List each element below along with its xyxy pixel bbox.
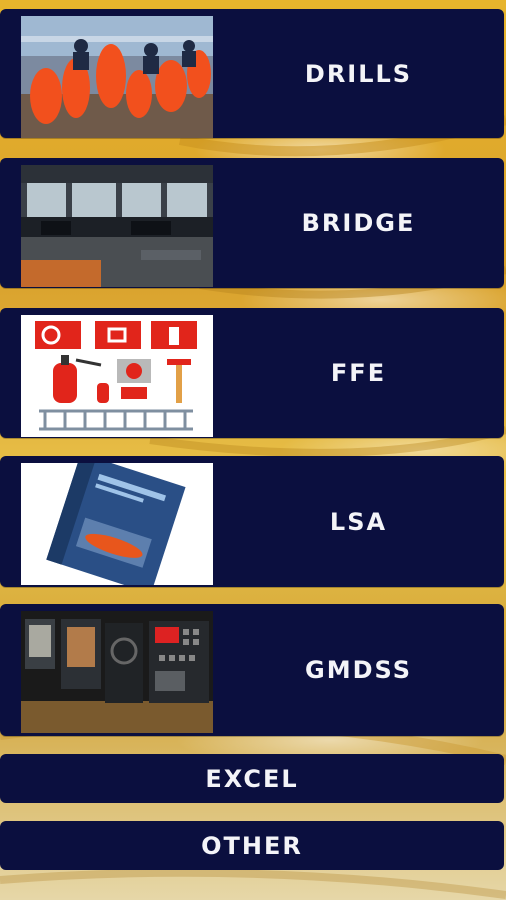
menu-item-gmdss[interactable]: GMDSS xyxy=(0,604,504,736)
drills-thumbnail xyxy=(21,16,213,138)
gmdss-label: GMDSS xyxy=(305,656,412,684)
other-button[interactable]: OTHER xyxy=(0,821,504,870)
ffe-thumbnail xyxy=(21,315,213,437)
menu-item-bridge[interactable]: BRIDGE xyxy=(0,158,504,288)
menu-item-ffe[interactable]: FFE xyxy=(0,308,504,438)
drills-label: DRILLS xyxy=(304,59,413,88)
menu-item-drills[interactable]: DRILLS xyxy=(0,9,504,138)
bridge-label: BRIDGE xyxy=(301,209,416,237)
ffe-label: FFE xyxy=(330,359,387,387)
bridge-thumbnail xyxy=(21,165,213,287)
lsa-label: LSA xyxy=(329,507,388,536)
excel-button[interactable]: EXCEL xyxy=(0,754,504,803)
lsa-thumbnail xyxy=(21,463,213,585)
menu-item-lsa[interactable]: LSA xyxy=(0,456,504,587)
excel-label: EXCEL xyxy=(205,764,299,793)
other-label: OTHER xyxy=(201,831,303,860)
gmdss-thumbnail xyxy=(21,611,213,733)
